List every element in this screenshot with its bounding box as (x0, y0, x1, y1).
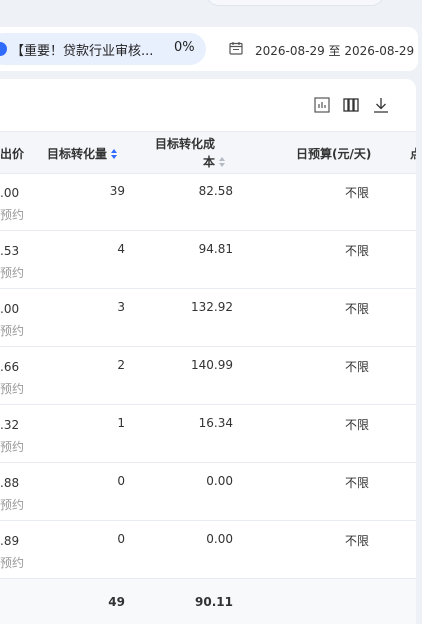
cell-conversions: 3 (117, 300, 125, 314)
header-conversions-label: 目标转化量 (47, 147, 108, 161)
cell-budget: 不限 (344, 360, 369, 374)
sort-icon[interactable] (111, 149, 118, 160)
notice-icon (0, 42, 7, 56)
cell-budget: 不限 (344, 302, 369, 316)
cell-bid: .53 (0, 244, 20, 258)
header-cost[interactable]: 本 (203, 153, 226, 170)
table-row: .66 预约 2 140.99 不限 (0, 347, 416, 405)
cell-cost: 94.81 (198, 242, 233, 256)
columns-icon[interactable] (342, 96, 360, 114)
cell-budget: 不限 (344, 476, 369, 490)
cell-bid: .00 (0, 186, 20, 200)
cell-bid-type: 预约 (0, 498, 25, 512)
cell-bid-type: 预约 (0, 382, 25, 396)
header-cost-line1: 目标转化成 (155, 137, 216, 151)
header-next: 点 (410, 145, 416, 162)
cell-bid: .66 (0, 360, 20, 374)
cell-conversions: 0 (117, 474, 125, 488)
cell-budget: 不限 (344, 534, 369, 548)
cell-cost: 82.58 (198, 184, 233, 198)
cell-bid: .32 (0, 418, 20, 432)
cell-bid: .88 (0, 476, 20, 490)
date-range[interactable]: 2026-08-29 至 2026-08-29 (255, 42, 414, 59)
cell-conversions: 39 (109, 184, 125, 198)
table-header: 出价 目标转化量 目标转化成 本 日预算(元/天) 点 (0, 131, 416, 174)
notice-percent: 0% (174, 40, 195, 55)
cell-bid-type: 预约 (0, 266, 25, 280)
calendar-icon[interactable] (229, 41, 243, 55)
cell-bid-type: 预约 (0, 324, 25, 338)
total-conversions: 49 (108, 595, 125, 609)
cell-bid-type: 预约 (0, 556, 25, 570)
cell-conversions: 0 (117, 532, 125, 546)
notice-banner[interactable]: 【重要！贷款行业审核... 0% (0, 33, 206, 65)
table-row: .88 预约 0 0.00 不限 (0, 463, 416, 521)
header-conversions[interactable]: 目标转化量 (47, 145, 118, 162)
table-row: .00 预约 3 132.92 不限 (0, 289, 416, 347)
cell-bid-type: 预约 (0, 440, 25, 454)
header-bid: 出价 (0, 147, 25, 161)
cell-bid: .00 (0, 302, 20, 316)
cell-conversions: 2 (117, 358, 125, 372)
cell-cost: 16.34 (198, 416, 233, 430)
cell-bid-type: 预约 (0, 208, 25, 222)
cell-cost: 0.00 (206, 532, 233, 546)
cell-budget: 不限 (344, 186, 369, 200)
cell-budget: 不限 (344, 244, 369, 258)
header-budget: 日预算(元/天) (296, 147, 372, 161)
filter-bar: 【重要！贷款行业审核... 0% 2026-08-29 至 2026-08-29 (0, 27, 418, 71)
chart-icon[interactable] (313, 96, 331, 114)
cell-bid: .89 (0, 534, 20, 548)
cell-cost: 132.92 (191, 300, 233, 314)
cell-conversions: 1 (117, 416, 125, 430)
table-row: .89 预约 0 0.00 不限 (0, 521, 416, 579)
top-partial-input[interactable] (205, 0, 385, 6)
total-row: 49 90.11 (0, 579, 416, 624)
cell-cost: 0.00 (206, 474, 233, 488)
sort-icon[interactable] (219, 157, 226, 168)
cell-budget: 不限 (344, 418, 369, 432)
table-row: .32 预约 1 16.34 不限 (0, 405, 416, 463)
cell-conversions: 4 (117, 242, 125, 256)
data-table-card: 出价 目标转化量 目标转化成 本 日预算(元/天) 点 .00 预约 39 82.58… (0, 79, 416, 624)
table-row: .53 预约 4 94.81 不限 (0, 231, 416, 289)
notice-text: 【重要！贷款行业审核... (11, 44, 154, 59)
header-cost-label: 本 (203, 155, 216, 169)
download-icon[interactable] (372, 96, 390, 114)
total-cost: 90.11 (195, 595, 233, 609)
cell-cost: 140.99 (191, 358, 233, 372)
table-row: .00 预约 39 82.58 不限 (0, 173, 416, 231)
